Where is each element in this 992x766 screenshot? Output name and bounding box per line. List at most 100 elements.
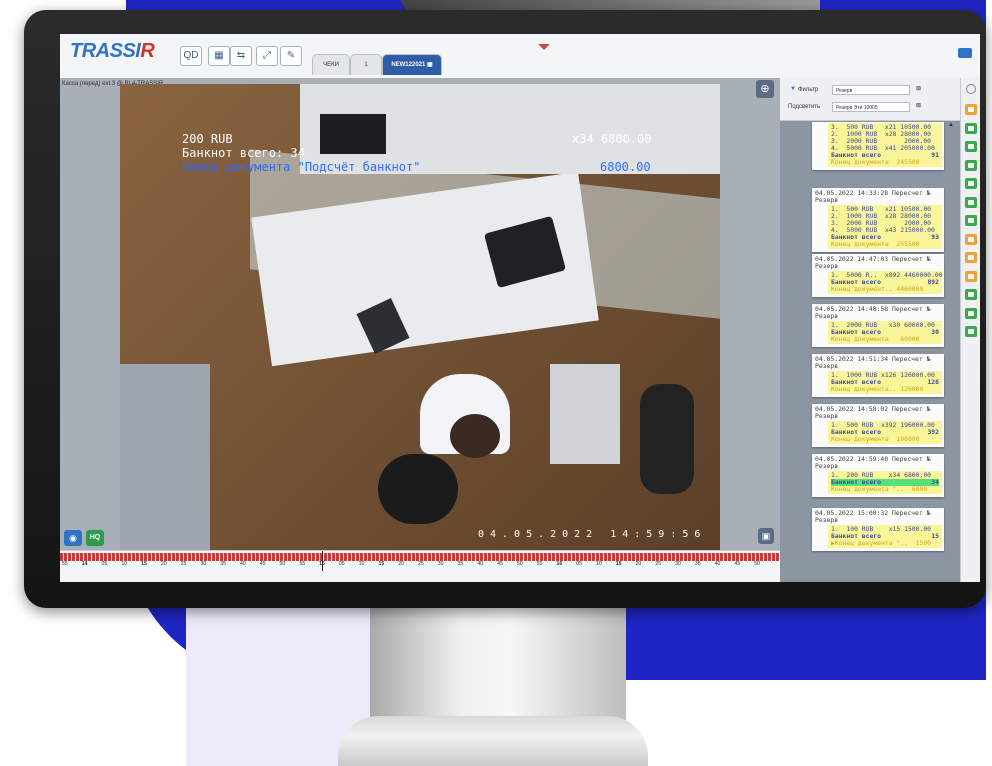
highlight-label: Подсветить xyxy=(788,104,821,110)
timeline-tick-label: 45 xyxy=(734,561,741,567)
timeline-tick-label: 15 xyxy=(615,561,622,567)
receipt-end-line: Конец документа 245500 xyxy=(831,158,920,166)
receipt-card[interactable]: 04.05.2022 14:59:40 Пересчет № Резерв 1. … xyxy=(812,454,944,497)
filter-label: Фильтр xyxy=(798,87,819,93)
cashier-hair xyxy=(450,414,500,458)
timeline-tick-label: 55 xyxy=(62,561,68,567)
event-marker-green[interactable] xyxy=(965,196,977,208)
right-cabinet xyxy=(550,364,620,464)
monitor-bezel: TRASSIR QD ▦ ⇆ ⤢ ✎ ЧЕКИ 1 NEW122021 ▣ Ка… xyxy=(24,10,986,608)
receipt-end-line: Конец документа 196000 xyxy=(831,435,920,443)
filter-icon: ▼ xyxy=(790,86,796,92)
receipt-header: 04.05.2022 14:51:34 Пересчет № Резерв xyxy=(815,355,931,370)
overlay-right-sum: 6800.00 xyxy=(600,160,651,174)
highlight-select[interactable]: Резерв Эти 10005 xyxy=(832,102,910,112)
timeline-tick-label: 30 xyxy=(437,561,444,567)
receipt-header: 04.05.2022 14:33:28 Пересчет № Резерв xyxy=(815,189,931,204)
video-viewport: Касса (перед) ext 3 @ BL4-TRASSIR 200 RU… xyxy=(60,78,780,550)
snapshot-button[interactable]: ◉ xyxy=(64,530,82,546)
event-marker-orange[interactable] xyxy=(965,252,977,263)
receipt-body: 1. 100 RUB x15 1500.00 Банкнот всего 15 ▶Ко… xyxy=(828,525,942,548)
timeline-tick-label: 25 xyxy=(180,561,187,567)
tab-1[interactable]: 1 xyxy=(350,54,382,75)
fullscreen-button[interactable]: ⤢ xyxy=(256,46,278,66)
printer xyxy=(320,114,386,154)
timeline-tick-label: 15 xyxy=(319,561,325,567)
timeline-tick-label: 30 xyxy=(200,561,207,567)
receipt-card[interactable]: 3. 500 RUB x21 10500.00 2. 1000 RUB x28 2… xyxy=(812,122,944,170)
receipt-card[interactable]: 04.05.2022 14:33:28 Пересчет № Резерв 1. … xyxy=(812,188,944,252)
timeline-tick-label: 45 xyxy=(259,561,266,567)
layout-button[interactable]: ▦ xyxy=(208,46,230,66)
tab-checks[interactable]: ЧЕКИ xyxy=(312,54,350,75)
event-marker-green[interactable] xyxy=(965,122,977,134)
timeline-events-bar[interactable] xyxy=(60,553,780,561)
filter-select[interactable]: Резерв xyxy=(832,85,910,95)
receipt-total-value: 34 xyxy=(931,478,939,486)
timeline-tick-label: 30 xyxy=(675,561,681,567)
highlight-clear-icon[interactable]: ⊠ xyxy=(916,102,921,109)
top-toolbar: TRASSIR QD ▦ ⇆ ⤢ ✎ ЧЕКИ 1 NEW122021 ▣ xyxy=(60,34,980,79)
event-marker-green[interactable] xyxy=(965,178,977,189)
qd-button[interactable]: QD xyxy=(180,46,202,66)
gray-floor-left xyxy=(120,364,210,550)
trassir-logo: TRASSIR xyxy=(70,40,155,62)
receipt-body: 1. 2000 RUB x30 60000.00 Банкнот всего 30 К… xyxy=(828,321,942,344)
timeline-tick-label: 55 xyxy=(299,561,306,567)
timeline-tick-label: 50 xyxy=(279,561,286,567)
timeline-tick-label: 10 xyxy=(596,561,602,567)
receipts-panel: ▼ Фильтр Резерв ⊠ Подсветить Резерв Эти … xyxy=(780,78,960,582)
event-marker-orange[interactable] xyxy=(965,270,977,282)
receipt-header: 04.05.2022 14:47:03 Пересчет № Резерв xyxy=(815,255,931,270)
receipt-end-line: Конец документа 60000 xyxy=(831,335,920,343)
receipt-body: 1. 200 RUB x34 6800.00 Банкнот всего 34 Кон… xyxy=(828,471,942,494)
zoom-in-button[interactable]: ⊕ xyxy=(756,80,774,98)
receipt-total-value: 15 xyxy=(931,532,939,540)
receipt-body: 1. 1000 RUB x126 126000.00 Банкнот всего 1… xyxy=(828,371,942,394)
timeline-tick-label: 40 xyxy=(477,561,484,567)
overlay-denomination: 200 RUB xyxy=(182,132,233,146)
exit-archive-button[interactable]: ▣ xyxy=(758,528,774,544)
timeline-tick-label: 10 xyxy=(358,561,365,567)
event-marker-green[interactable] xyxy=(965,159,977,171)
receipt-card[interactable]: 04.05.2022 14:47:03 Пересчет № Резерв 1. … xyxy=(812,254,944,297)
receipt-body: 1. 500 RUB x21 10500.00 2. 1000 RUB x28 2… xyxy=(828,205,942,249)
receipt-body: 1. 500 RUB x392 196000.00 Банкнот всего 39… xyxy=(828,421,942,444)
timeline-tick-label: 55 xyxy=(536,561,543,567)
receipt-card[interactable]: 04.05.2022 14:51:34 Пересчет № Резерв 1. … xyxy=(812,354,944,397)
timeline-tick-label: 05 xyxy=(338,561,345,567)
timeline-tick-label: 20 xyxy=(398,561,404,567)
switch-button[interactable]: ⇆ xyxy=(230,46,252,66)
receipt-header: 04.05.2022 14:48:58 Пересчет № Резерв xyxy=(815,305,931,320)
timeline-tick-label: 50 xyxy=(516,561,523,567)
archive-timeline[interactable]: 55 14 05 10 15 20 25 30 35 40 45 50 55 15 05 10 15 20 25 30… xyxy=(60,550,780,582)
event-marker-green[interactable] xyxy=(965,307,977,319)
receipt-card[interactable]: 04.05.2022 15:00:32 Пересчет № Резерв 1. … xyxy=(812,508,944,551)
timeline-tick-label: 35 xyxy=(694,561,701,567)
scroll-up-icon[interactable]: ▲ xyxy=(948,122,956,130)
event-marker-orange[interactable] xyxy=(965,233,977,245)
receipt-header: 04.05.2022 14:58:02 Пересчет № Резерв xyxy=(815,405,931,420)
receipt-body: 1. 5000 R.. x892 4460000.00 Банкнот всего… xyxy=(828,271,943,294)
timeline-tick-label: 50 xyxy=(754,561,760,567)
receipt-body: 3. 500 RUB x21 10500.00 2. 1000 RUB x28 2… xyxy=(828,123,942,167)
edit-button[interactable]: ✎ xyxy=(280,46,302,66)
timeline-tick-label: 20 xyxy=(160,561,167,567)
filters-bar: ▼ Фильтр Резерв ⊠ Подсветить Резерв Эти … xyxy=(780,78,960,121)
filter-clear-icon[interactable]: ⊠ xyxy=(916,85,921,92)
receipt-card[interactable]: 04.05.2022 14:48:58 Пересчет № Резерв 1. … xyxy=(812,304,944,347)
receipt-header: 04.05.2022 14:59:40 Пересчет № Резерв xyxy=(815,455,931,470)
monitor-stand-neck xyxy=(370,606,626,726)
event-marker-green[interactable] xyxy=(965,326,977,337)
event-marker-orange[interactable] xyxy=(965,104,977,115)
hq-button[interactable]: HQ xyxy=(86,530,104,546)
receipt-total-value: 392 xyxy=(927,428,939,436)
camera-feed[interactable]: 200 RUB Банкнот всего: 34 Конец документ… xyxy=(120,84,720,550)
event-marker-green[interactable] xyxy=(965,289,977,300)
search-icon[interactable] xyxy=(966,84,976,94)
event-marker-green[interactable] xyxy=(965,215,977,226)
camera-icon[interactable] xyxy=(958,48,972,58)
event-marker-green[interactable] xyxy=(965,141,977,152)
tab-new122021[interactable]: NEW122021 ▣ xyxy=(382,54,442,75)
receipt-card[interactable]: 04.05.2022 14:58:02 Пересчет № Резерв 1. … xyxy=(812,404,944,447)
